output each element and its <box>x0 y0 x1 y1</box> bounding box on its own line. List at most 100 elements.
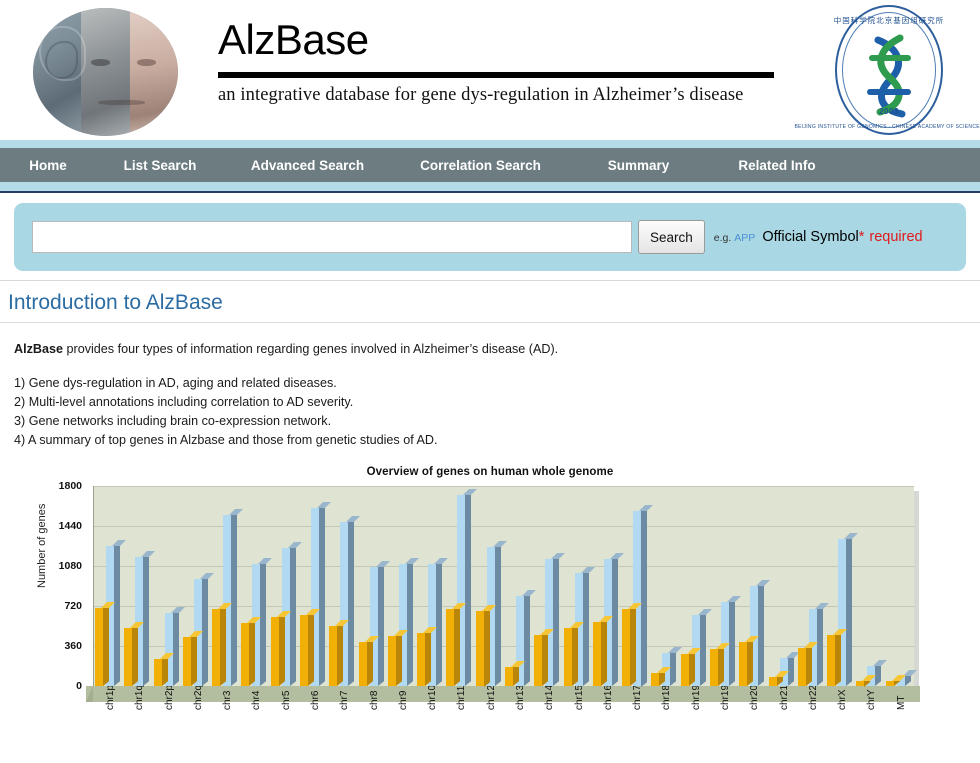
intro-lead-bold: AlzBase <box>14 342 63 356</box>
chart-y-tick-label: 1440 <box>59 520 82 532</box>
chart-x-tick-label: chr15 <box>574 685 585 710</box>
site-title: AlzBase <box>218 18 774 62</box>
chart-bar-gold <box>886 681 894 686</box>
nav-top-band <box>0 140 980 148</box>
nav-link-home[interactable]: Home <box>29 158 67 173</box>
nav-bottom-band <box>0 182 980 191</box>
nav-item-list-search[interactable]: List Search <box>96 148 224 182</box>
chart-bar-gold <box>300 615 308 686</box>
search-section: Search e.g. APP Official Symbol * requir… <box>0 193 980 280</box>
chart-y-axis-ticks: 0360720108014401800 <box>0 486 88 686</box>
nav-item-home[interactable]: Home <box>0 148 96 182</box>
brand-block: AlzBase an integrative database for gene… <box>218 18 774 106</box>
chart-bar-gold <box>534 635 542 686</box>
chart-x-tick-label: chr6 <box>310 691 321 710</box>
hint-example: APP <box>734 232 755 244</box>
intro-section: Introduction to AlzBase AlzBase provides… <box>0 281 980 450</box>
chart-bar-gold <box>241 623 249 686</box>
genome-overview-chart: Overview of genes on human whole genome … <box>0 464 980 744</box>
chart-x-tick-label: chr14 <box>544 685 555 710</box>
chart-bar-gold <box>154 659 162 686</box>
nav-link-advanced-search[interactable]: Advanced Search <box>251 158 364 173</box>
hint-asterisk: * <box>859 229 865 245</box>
chart-x-tick-label: chr12 <box>486 685 497 710</box>
search-button[interactable]: Search <box>638 220 705 254</box>
chart-x-tick-label: chr2p <box>164 685 175 710</box>
chart-x-tick-label: chr5 <box>281 691 292 710</box>
chart-bar-gold <box>417 633 425 686</box>
nav-link-list-search[interactable]: List Search <box>124 158 197 173</box>
intro-lead: AlzBase provides four types of informati… <box>14 340 980 360</box>
chart-x-tick-label: chr1q <box>134 685 145 710</box>
chart-x-tick-label: chr2q <box>193 685 204 710</box>
hint-field-label: Official Symbol <box>762 229 858 245</box>
nav-link-correlation-search[interactable]: Correlation Search <box>420 158 541 173</box>
search-panel: Search e.g. APP Official Symbol * requir… <box>14 203 966 271</box>
chart-x-tick-label: chr16 <box>603 685 614 710</box>
chart-x-tick-label: chr9 <box>398 691 409 710</box>
chart-x-tick-label: chr18 <box>661 685 672 710</box>
chart-bar-gold <box>856 681 864 687</box>
chart-bar-gold <box>446 609 454 686</box>
chart-bar-gold <box>505 667 513 686</box>
chart-bar-gold <box>710 649 718 686</box>
chart-bar-gold <box>827 635 835 686</box>
chart-y-tick-label: 360 <box>64 640 82 652</box>
chart-title: Overview of genes on human whole genome <box>0 466 980 478</box>
nav-item-correlation-search[interactable]: Correlation Search <box>391 148 570 182</box>
chart-bar-gold <box>95 608 103 686</box>
nav-link-related-info[interactable]: Related Info <box>738 158 815 173</box>
chart-bar-gold <box>476 611 484 687</box>
institute-chinese-text: 中国科学院北京基因组研究所 <box>834 15 945 26</box>
chart-bar-gold <box>388 636 396 686</box>
main-navigation: Home List Search Advanced Search Correla… <box>0 148 980 182</box>
chart-x-axis-ticks: chr1pchr1qchr2pchr2qchr3chr4chr5chr6chr7… <box>93 710 913 750</box>
institute-english-text: BEIJING INSTITUTE OF GENOMICS · CHINESE … <box>794 124 980 130</box>
brand-divider <box>218 72 774 78</box>
page-root: AlzBase an integrative database for gene… <box>0 0 980 763</box>
chart-bar-gold <box>593 622 601 686</box>
chart-bar-gold <box>183 637 191 686</box>
hint-prefix: e.g. <box>714 232 732 244</box>
nav-link-summary[interactable]: Summary <box>608 158 670 173</box>
chart-x-tick-label: chr8 <box>369 691 380 710</box>
chart-x-tick-label: chr22 <box>808 685 819 710</box>
chart-x-tick-label: chr17 <box>632 685 643 710</box>
chart-bar-gold <box>124 628 132 686</box>
chart-bar-gold <box>622 609 630 686</box>
chart-bars <box>93 486 913 686</box>
chart-x-tick-label: chr10 <box>427 685 438 710</box>
institute-year: 2003 <box>879 107 899 116</box>
chart-x-tick-label: chrX <box>837 690 848 711</box>
search-hint: e.g. APP Official Symbol * required <box>714 229 923 245</box>
chart-y-tick-label: 1800 <box>59 480 82 492</box>
intro-text: AlzBase provides four types of informati… <box>0 323 980 450</box>
chart-x-tick-label: chrY <box>866 690 877 711</box>
chart-x-tick-label: chr11 <box>456 686 467 710</box>
intro-item-1: 1) Gene dys-regulation in AD, aging and … <box>14 374 980 393</box>
chart-bar-gold <box>564 628 572 686</box>
chart-x-tick-label: chr13 <box>515 685 526 710</box>
chart-bar-gold <box>739 642 747 686</box>
chart-bar-gold <box>212 609 220 686</box>
hint-required: required <box>869 229 922 245</box>
chart-x-tick-label: chr21 <box>779 685 790 710</box>
chart-bar-gold <box>359 642 367 686</box>
nav-item-advanced-search[interactable]: Advanced Search <box>224 148 391 182</box>
site-tagline: an integrative database for gene dys-reg… <box>218 85 774 106</box>
chart-bar-gold <box>798 648 806 686</box>
chart-y-tick-label: 1080 <box>59 560 82 572</box>
nav-item-related-info[interactable]: Related Info <box>707 148 847 182</box>
chart-x-tick-label: chr3 <box>222 691 233 710</box>
chart-bar-gold <box>681 654 689 686</box>
page-title: Introduction to AlzBase <box>0 281 980 322</box>
chart-x-tick-label: chr1p <box>105 685 116 710</box>
site-header: AlzBase an integrative database for gene… <box>0 0 980 140</box>
chart-bar-gold <box>769 677 777 686</box>
chart-y-tick-label: 720 <box>64 600 82 612</box>
nav-item-summary[interactable]: Summary <box>570 148 707 182</box>
search-input[interactable] <box>32 221 632 253</box>
institute-seal-logo: 中国科学院北京基因组研究所 2003 BEIJING INSTITUTE OF … <box>820 6 958 134</box>
chart-bar-gold <box>329 626 337 686</box>
chart-bar-gold <box>271 617 279 686</box>
